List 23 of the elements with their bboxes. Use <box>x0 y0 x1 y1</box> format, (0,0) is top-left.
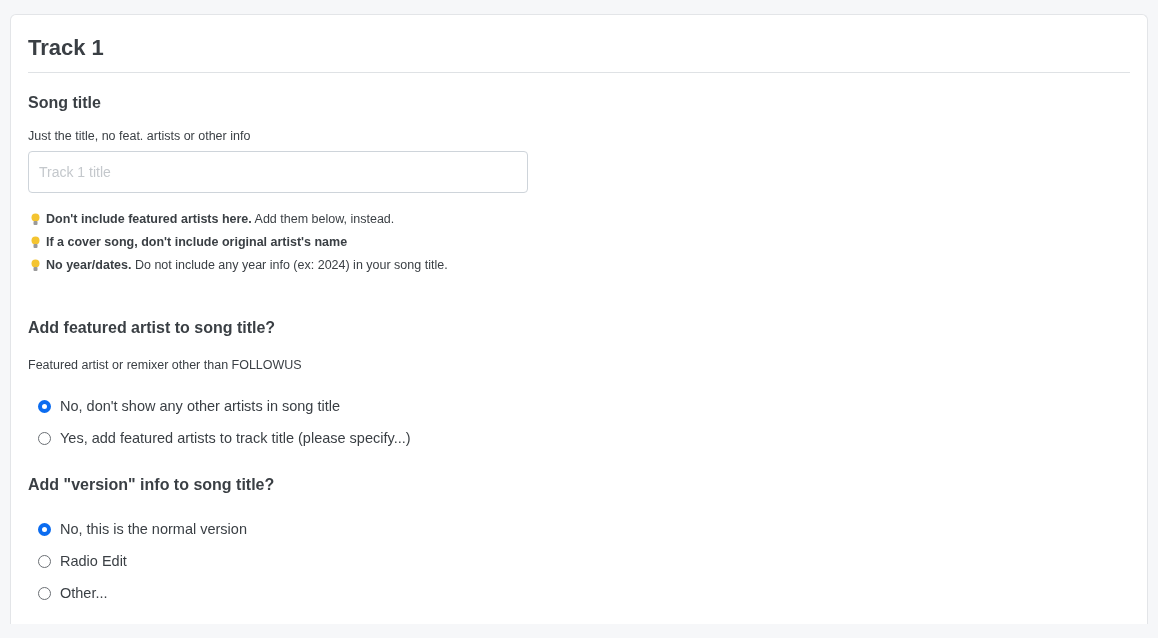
lightbulb-icon <box>31 235 40 249</box>
help-text: Featured artist or remixer other than FOLLOWUS <box>28 357 303 374</box>
lightbulb-icon <box>31 258 40 272</box>
radio-label[interactable]: No, this is the normal version <box>60 519 247 539</box>
radio-button[interactable] <box>38 586 51 600</box>
lightbulb-icon <box>31 212 40 226</box>
tip-text: Don't include featured artists here. Add them below, instead. <box>46 211 395 228</box>
radio-label[interactable]: Radio Edit <box>60 551 127 571</box>
radio-label[interactable]: Yes, add featured artists to track title (please specify...) <box>60 428 411 448</box>
radio-button[interactable] <box>38 399 51 413</box>
radio-button[interactable] <box>38 431 51 445</box>
tip-text: No year/dates. Do not include any year info (ex: 2024) in your song title. <box>46 257 448 274</box>
radio-label[interactable]: No, don't show any other artists in song title <box>60 396 341 416</box>
song-title-input[interactable]: Track 1 title <box>28 151 528 193</box>
radio-button[interactable] <box>38 522 51 536</box>
tip-text: If a cover song, don't include original artist's name <box>46 234 348 251</box>
card-title: Track 1 <box>28 33 1130 73</box>
help-text: Just the title, no feat. artists or other info <box>28 128 252 145</box>
radio-label[interactable]: Other... <box>60 583 108 603</box>
field-label: Song title <box>28 93 102 113</box>
radio-button[interactable] <box>38 554 51 568</box>
field-label: Add "version" info to song title? <box>28 475 276 495</box>
field-label: Add featured artist to song title? <box>28 318 277 338</box>
